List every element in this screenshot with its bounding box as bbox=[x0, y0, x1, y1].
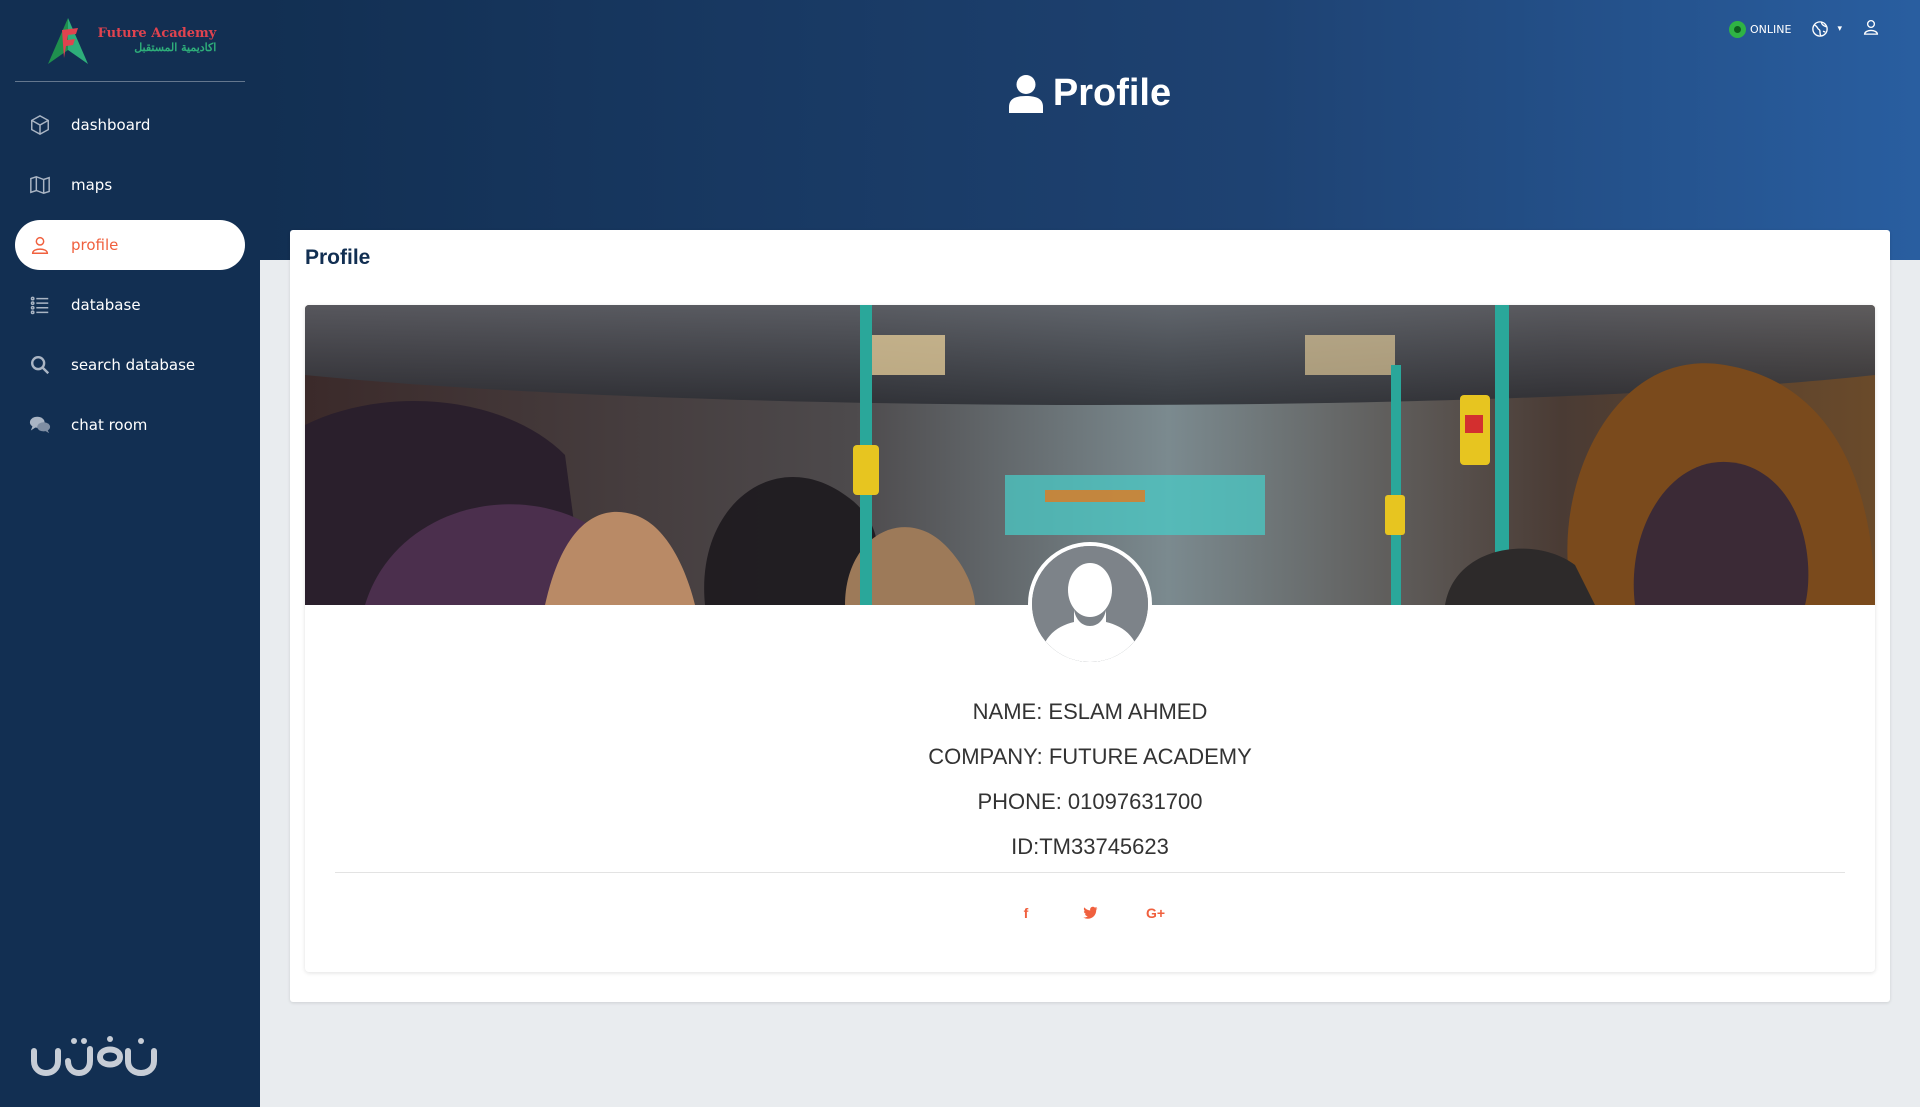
sidebar-item-label: database bbox=[71, 296, 141, 314]
sidebar-item-chat-room[interactable]: chat room bbox=[15, 400, 245, 450]
search-icon bbox=[29, 354, 51, 376]
future-academy-logo-icon bbox=[47, 17, 88, 64]
list-icon bbox=[29, 294, 51, 316]
card-title: Profile bbox=[305, 246, 371, 269]
twitter-icon[interactable] bbox=[1082, 905, 1098, 923]
sidebar-item-label: dashboard bbox=[71, 116, 151, 134]
profile-name: NAME: ESLAM AHMED bbox=[972, 699, 1208, 724]
online-status-label: ONLINE bbox=[1750, 22, 1792, 36]
profile-id: ID:TM33745623 bbox=[1011, 834, 1169, 859]
map-icon bbox=[29, 174, 51, 196]
sidebar-item-profile[interactable]: profile bbox=[15, 220, 245, 270]
cube-icon bbox=[29, 114, 51, 136]
sidebar: Future Academy اكاديمية المستقبل dashboa… bbox=[0, 0, 260, 1107]
facebook-icon[interactable]: f bbox=[1018, 905, 1034, 923]
brand-name-ar: اكاديمية المستقبل bbox=[134, 40, 217, 54]
avatar bbox=[1028, 542, 1152, 666]
sidebar-item-label: search database bbox=[71, 356, 196, 374]
online-status[interactable]: ONLINE bbox=[1729, 20, 1792, 38]
page-header: ONLINE ▾ Profile bbox=[260, 0, 1920, 260]
brand-name-en: Future Academy bbox=[97, 26, 217, 42]
user-menu-button[interactable] bbox=[1862, 18, 1880, 40]
sidebar-item-search-database[interactable]: search database bbox=[15, 340, 245, 390]
sidebar-item-label: chat room bbox=[71, 416, 148, 434]
divider bbox=[335, 872, 1845, 873]
user-icon bbox=[29, 234, 51, 256]
online-status-icon bbox=[1729, 20, 1747, 38]
sidebar-item-dashboard[interactable]: dashboard bbox=[15, 100, 245, 150]
globe-icon bbox=[1812, 21, 1829, 37]
profile-phone: PHONE: 01097631700 bbox=[977, 789, 1203, 814]
sidebar-item-database[interactable]: database bbox=[15, 280, 245, 330]
topbar: ONLINE ▾ bbox=[1729, 18, 1880, 40]
arabic-logo-icon bbox=[31, 1036, 157, 1076]
page-title-text: Profile bbox=[1052, 72, 1172, 114]
page-title: Profile bbox=[260, 72, 1920, 115]
sidebar-item-maps[interactable]: maps bbox=[15, 160, 245, 210]
chat-icon bbox=[29, 414, 51, 436]
profile-info: NAME: ESLAM AHMED COMPANY: FUTURE ACADEM… bbox=[305, 689, 1875, 869]
sidebar-item-label: maps bbox=[71, 176, 113, 194]
profile-company: COMPANY: FUTURE ACADEMY bbox=[928, 744, 1252, 769]
google-plus-icon[interactable]: G+ bbox=[1146, 905, 1165, 923]
profile-card: Profile NAME: ESLAM AHMED COMPANY: FUTUR… bbox=[290, 230, 1890, 1002]
profile-details-card: NAME: ESLAM AHMED COMPANY: FUTURE ACADEM… bbox=[305, 305, 1875, 972]
sidebar-nav: dashboard maps profile database search d… bbox=[0, 100, 260, 450]
user-icon bbox=[1863, 19, 1879, 35]
default-avatar-icon bbox=[1032, 546, 1148, 662]
chevron-down-icon: ▾ bbox=[1837, 24, 1842, 34]
user-solid-icon bbox=[1008, 74, 1043, 113]
language-dropdown[interactable]: ▾ bbox=[1811, 20, 1842, 38]
sidebar-item-label: profile bbox=[71, 236, 119, 254]
social-links: f G+ bbox=[305, 905, 1875, 923]
brand-logo[interactable]: Future Academy اكاديمية المستقبل bbox=[15, 0, 245, 82]
